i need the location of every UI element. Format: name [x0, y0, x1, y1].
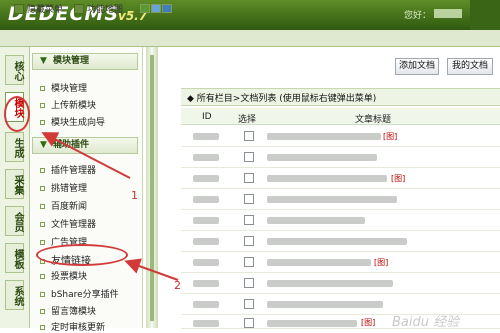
annotation-arrows: [41, 132, 179, 281]
annotation-number-1: 1: [131, 189, 138, 202]
watermark: Baidu 经验: [392, 315, 460, 330]
arrow-2: [124, 258, 179, 281]
annotation-number-2: 2: [174, 279, 181, 292]
arrow-1: [41, 132, 131, 179]
